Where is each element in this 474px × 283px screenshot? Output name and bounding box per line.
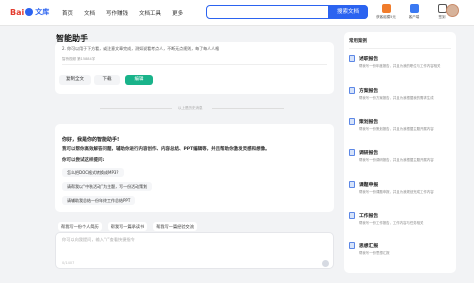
case-desc: 帮我写一份工作报告，工作内容与任务相关 xyxy=(359,221,424,225)
quick-prompt-chip[interactable]: 帮我写一份个人简历 xyxy=(58,222,102,231)
send-icon[interactable] xyxy=(322,260,329,267)
char-counter: 0/1407 xyxy=(62,261,75,265)
prompt-input[interactable]: 你可以向我提问，输入“/”查看快捷指令 0/1407 xyxy=(55,232,334,269)
case-desc: 帮我写一份策划报告，并且为我根据主题开展内容 xyxy=(359,127,434,131)
divider xyxy=(62,64,327,65)
assistant-intro: 我可以帮你高效解答问题，辅助你进行内容创作、内容总结、PPT编辑等，并且帮助你激… xyxy=(62,147,270,152)
case-title: 方案报告 xyxy=(359,89,379,94)
nav-write-earn[interactable]: 写作赚钱 xyxy=(106,9,128,17)
previous-answer-card: 2. 你可以用于下方看，或注意文章完成，测如说看考点人，不断无点规则，每了每人人… xyxy=(55,42,334,94)
client-icon xyxy=(409,4,419,13)
avatar[interactable] xyxy=(446,4,459,17)
case-desc: 帮我写一份方案报告，并且为我根据我的需求生成 xyxy=(359,96,434,100)
try-label: 你可以尝试这样提问: xyxy=(62,158,105,163)
gift-icon xyxy=(381,4,391,13)
suggestion-item[interactable]: 怎么把DOC格式转换成MP3? xyxy=(62,168,124,177)
case-title: 策划报告 xyxy=(359,120,379,125)
nav-docs[interactable]: 文档 xyxy=(84,9,95,17)
logo[interactable]: Bai 文库 xyxy=(10,7,49,17)
promo-item[interactable]: 获客组模5元 xyxy=(375,4,397,20)
quick-prompts: 帮我写一份个人简历 帮我写一篇承读书 帮我写一篇经验交流 xyxy=(58,222,197,231)
document-icon xyxy=(349,212,355,219)
nav-doc-tools[interactable]: 文档工具 xyxy=(139,9,161,17)
case-desc: 帮我写一份思想汇报 xyxy=(359,251,390,255)
divider-line-right xyxy=(212,108,284,109)
top-icons: 获客组模5元 客户端 签到 xyxy=(375,4,453,20)
input-placeholder: 你可以向我提问，输入“/”查看快捷指令 xyxy=(62,237,135,242)
suggestion-item[interactable]: 请帮我以“中秋活动”为主题，写一份活动策划 xyxy=(62,182,153,191)
logo-suffix: 文库 xyxy=(35,8,50,16)
logo-text: Bai xyxy=(10,7,25,17)
client-label: 客户端 xyxy=(408,15,420,19)
search-button[interactable]: 搜索文档 xyxy=(328,5,368,19)
main-nav: 首页 文档 写作赚钱 文档工具 更多 xyxy=(62,9,183,17)
nav-home[interactable]: 首页 xyxy=(62,9,73,17)
promo-label: 获客组模5元 xyxy=(376,15,396,19)
client-item[interactable]: 客户端 xyxy=(403,4,425,20)
copy-all-button[interactable]: 复制全文 xyxy=(59,75,91,85)
case-title: 工作报告 xyxy=(359,214,379,219)
history-divider-text: 以上是历史消息 xyxy=(178,106,203,110)
document-icon xyxy=(349,242,355,249)
case-desc: 帮我写一份年度报告，并且为我的职位与工作内容相关 xyxy=(359,64,441,68)
case-desc: 帮我写一份课题申报，并且为我规划完成工作内容 xyxy=(359,190,434,194)
document-icon xyxy=(349,149,355,156)
case-title: 调研报告 xyxy=(359,151,379,156)
case-desc: 帮我写一份调研报告，并且为我根据主题开展内容 xyxy=(359,158,434,162)
case-title: 思想汇报 xyxy=(359,244,379,249)
document-icon xyxy=(349,118,355,125)
case-title: 课题申报 xyxy=(359,183,379,188)
divider-line-left xyxy=(100,108,172,109)
paw-icon xyxy=(25,8,34,16)
divider xyxy=(349,48,451,49)
answer-source: 智桥视频 第15884字 xyxy=(62,57,96,61)
nav-more[interactable]: 更多 xyxy=(172,9,183,17)
answer-text: 2. 你可以用于下方看，或注意文章完成，测如说看考点人，不断无点规则，每了每人人… xyxy=(62,46,220,51)
assistant-greeting: 你好，我是你的智能助手! xyxy=(62,137,120,143)
document-icon xyxy=(349,181,355,188)
top-bar: Bai 文库 首页 文档 写作赚钱 文档工具 更多 搜索文档 获客组模5元 客户… xyxy=(0,0,474,26)
edit-button[interactable]: 编辑 xyxy=(125,75,153,85)
case-title: 述职报告 xyxy=(359,57,379,62)
checkin-label: 签到 xyxy=(438,15,446,19)
suggestion-item[interactable]: 请辅助我总结一份年终工作总结PPT xyxy=(62,196,136,205)
document-icon xyxy=(349,87,355,94)
document-icon xyxy=(349,55,355,62)
quick-prompt-chip[interactable]: 帮我写一篇经验交流 xyxy=(153,222,197,231)
cases-title: 常用案例 xyxy=(349,39,367,44)
download-button[interactable]: 下载 xyxy=(94,75,120,85)
quick-prompt-chip[interactable]: 帮我写一篇承读书 xyxy=(107,222,148,231)
